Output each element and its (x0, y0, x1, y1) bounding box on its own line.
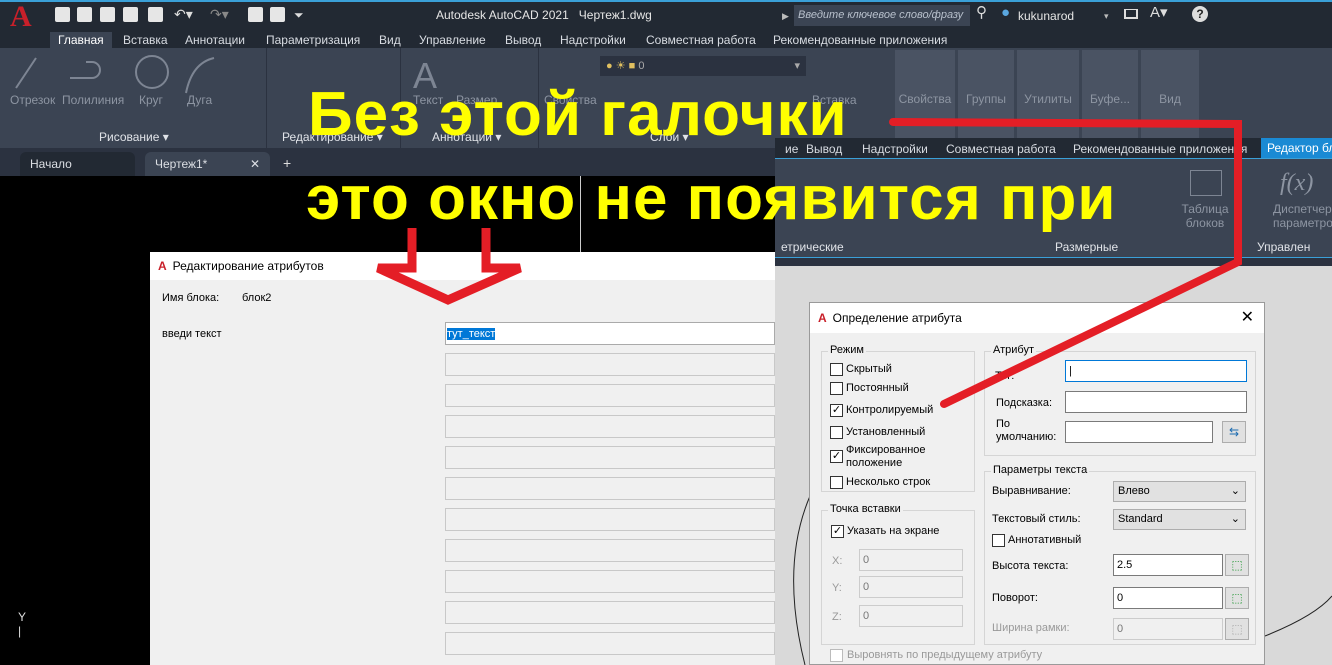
down-arrow-outline (376, 228, 522, 305)
annotation-line-2: это окно не появится при (306, 164, 1117, 233)
annotation-line-1: Без этой галочки (308, 80, 848, 149)
